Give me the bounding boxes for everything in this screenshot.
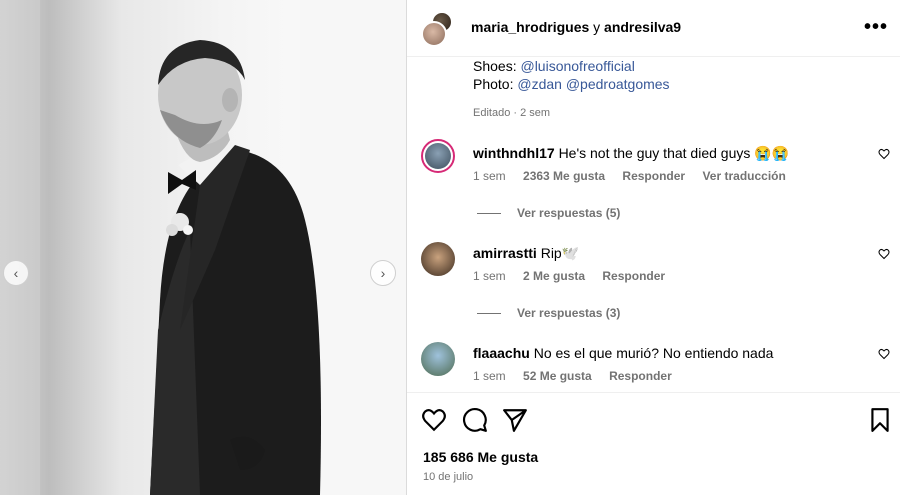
comment-text: flaaachu No es el que murió? No entiendo… bbox=[473, 345, 773, 361]
comment-meta: 1 sem 52 Me gusta Responder bbox=[473, 369, 686, 383]
post-caption: ―――――――― Shoes: @luisonofreofficial Phot… bbox=[473, 57, 670, 93]
view-replies-label: Ver respuestas (5) bbox=[517, 206, 621, 220]
avatar[interactable] bbox=[421, 139, 455, 173]
more-horizontal-icon[interactable]: ••• bbox=[864, 16, 888, 39]
comment-likes[interactable]: 2 Me gusta bbox=[523, 269, 585, 283]
translate-button[interactable]: Ver traducción bbox=[702, 169, 785, 183]
reply-button[interactable]: Responder bbox=[602, 269, 665, 283]
chevron-left-icon[interactable]: ‹ bbox=[3, 260, 29, 286]
author-joiner: y bbox=[593, 19, 601, 35]
comment-likes[interactable]: 52 Me gusta bbox=[523, 369, 592, 383]
author-username-2[interactable]: andresilva9 bbox=[604, 19, 681, 35]
comment-time[interactable]: 1 sem bbox=[473, 169, 506, 183]
heart-icon[interactable] bbox=[421, 407, 447, 433]
caption-photo-line: Photo: @zdan @pedroatgomes bbox=[473, 75, 670, 93]
mention-link[interactable]: @pedroatgomes bbox=[566, 76, 670, 92]
post-photo: ‹ › bbox=[0, 0, 406, 495]
groom-photo-illustration bbox=[0, 0, 406, 495]
reply-button[interactable]: Responder bbox=[622, 169, 685, 183]
edited-timestamp: Editado · 2 sem bbox=[473, 107, 551, 119]
heart-icon[interactable] bbox=[878, 248, 890, 260]
post-details-panel: maria_hrodrigues y andresilva9 ••• ―――――… bbox=[407, 0, 900, 495]
heart-icon[interactable] bbox=[878, 348, 890, 360]
post-authors: maria_hrodrigues y andresilva9 bbox=[471, 19, 681, 35]
post-header: maria_hrodrigues y andresilva9 ••• bbox=[407, 0, 900, 57]
comment-text: winthndhl17 He's not the guy that died g… bbox=[473, 145, 789, 162]
view-replies-label: Ver respuestas (3) bbox=[517, 306, 621, 320]
caption-label: Photo: bbox=[473, 76, 514, 92]
comments-list: ―――――――― Shoes: @luisonofreofficial Phot… bbox=[407, 57, 900, 392]
comment-username[interactable]: flaaachu bbox=[473, 345, 530, 361]
comment-meta: 1 sem 2 Me gusta Responder bbox=[473, 269, 679, 283]
comment-time[interactable]: 1 sem bbox=[473, 269, 506, 283]
heart-icon[interactable] bbox=[878, 148, 890, 160]
mention-link[interactable]: @zdan bbox=[517, 76, 562, 92]
replies-divider bbox=[477, 312, 501, 314]
post-date: 10 de julio bbox=[423, 471, 474, 483]
comment-text: amirrastti Rip🕊️ bbox=[473, 245, 579, 262]
comment-bubble-icon[interactable] bbox=[462, 407, 488, 433]
post-actions: 185 686 Me gusta 10 de julio bbox=[407, 392, 900, 495]
comment-body: Rip🕊️ bbox=[540, 245, 580, 261]
author-username-1[interactable]: maria_hrodrigues bbox=[471, 19, 589, 35]
post-likes-count[interactable]: 185 686 Me gusta bbox=[423, 449, 538, 465]
view-replies-button[interactable]: Ver respuestas (3) bbox=[477, 306, 620, 320]
chevron-right-icon[interactable]: › bbox=[370, 260, 396, 286]
replies-divider bbox=[477, 212, 501, 214]
caption-clipped-line: ―――――――― bbox=[473, 57, 585, 64]
comment-username[interactable]: amirrastti bbox=[473, 245, 537, 261]
comment-time[interactable]: 1 sem bbox=[473, 369, 506, 383]
comment-body: No es el que murió? No entiendo nada bbox=[533, 345, 774, 361]
comment-username[interactable]: winthndhl17 bbox=[473, 145, 555, 161]
reply-button[interactable]: Responder bbox=[609, 369, 672, 383]
collab-avatars[interactable] bbox=[421, 11, 459, 47]
avatar[interactable] bbox=[421, 21, 447, 47]
paper-plane-icon[interactable] bbox=[502, 407, 528, 433]
comment-likes[interactable]: 2363 Me gusta bbox=[523, 169, 605, 183]
bookmark-icon[interactable] bbox=[867, 407, 893, 433]
view-replies-button[interactable]: Ver respuestas (5) bbox=[477, 206, 620, 220]
comment-body: He's not the guy that died guys 😭😭 bbox=[558, 145, 790, 161]
avatar[interactable] bbox=[421, 242, 455, 276]
avatar[interactable] bbox=[421, 342, 455, 376]
comment-meta: 1 sem 2363 Me gusta Responder Ver traduc… bbox=[473, 169, 800, 183]
